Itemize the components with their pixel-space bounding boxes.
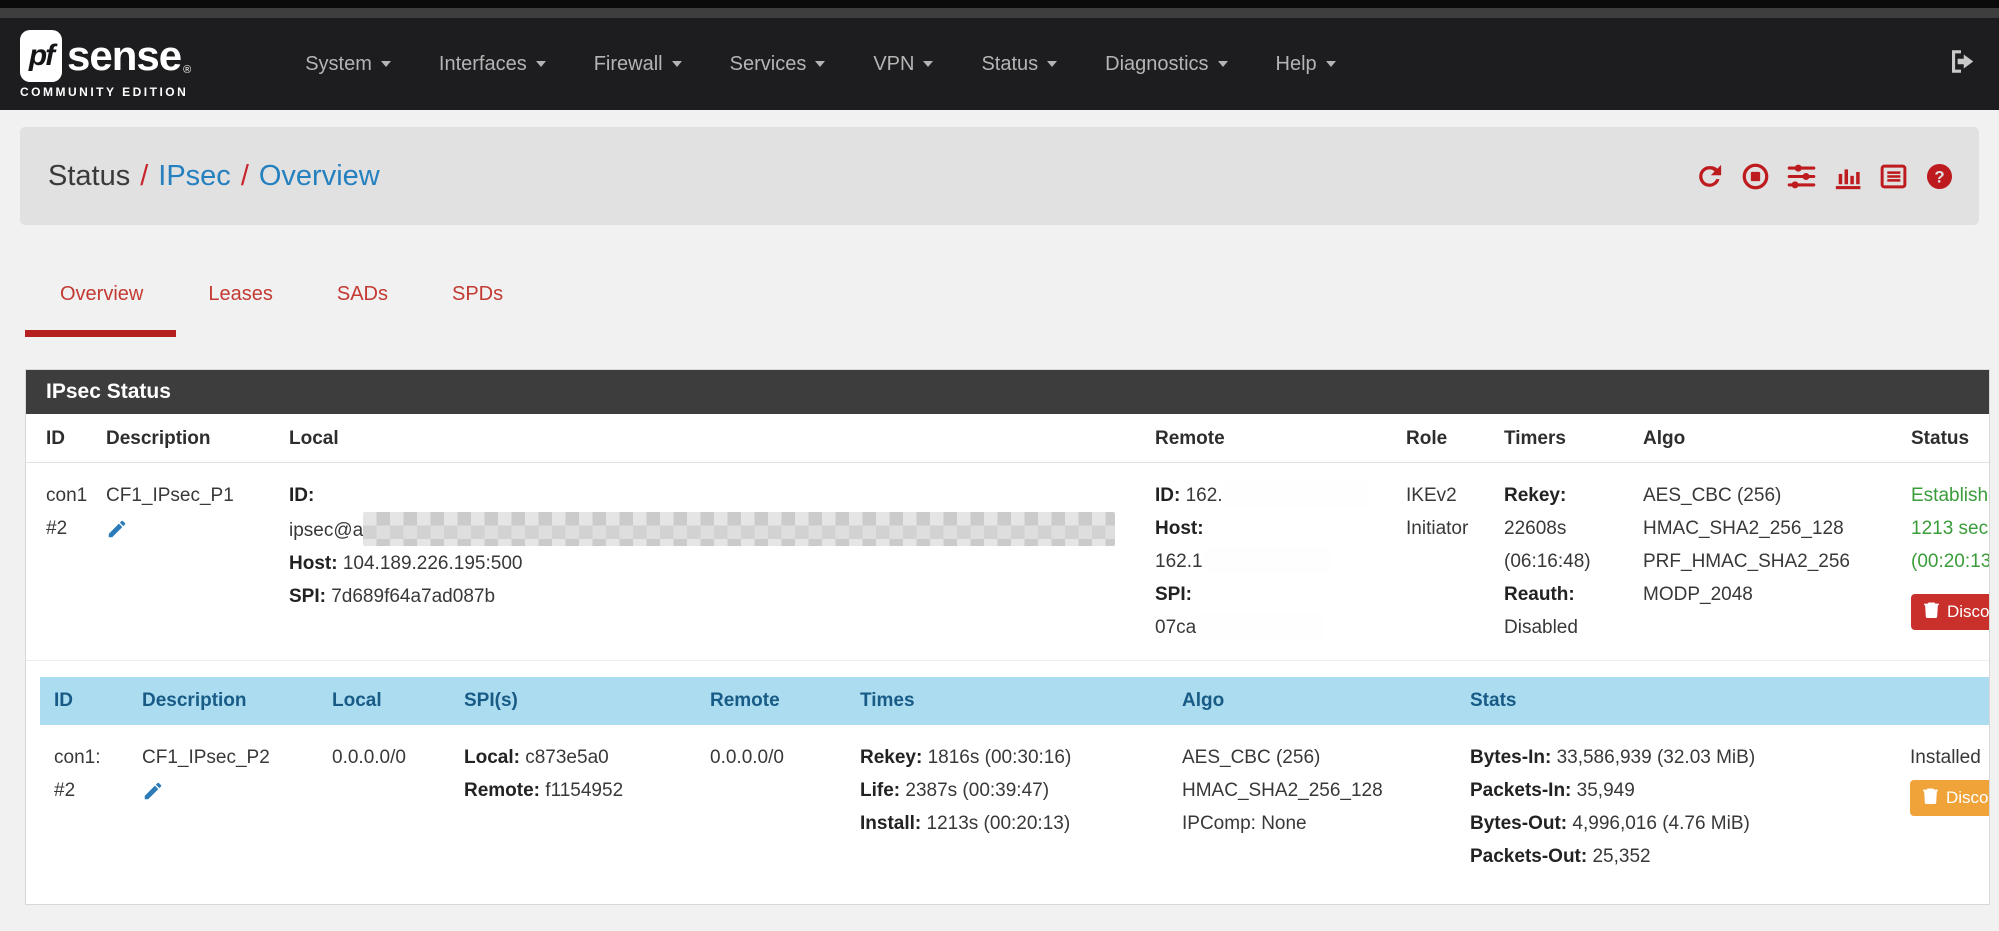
navbar: pf sense ® COMMUNITY EDITION System Inte… xyxy=(0,18,1999,110)
col-header-blank xyxy=(1896,677,1990,725)
panel-header: IPsec Status xyxy=(26,370,1989,414)
col-header-remote: Remote xyxy=(696,677,846,725)
redacted-local-id xyxy=(363,512,1115,546)
sign-out-icon[interactable] xyxy=(1947,47,1977,82)
top-strip-gray xyxy=(0,8,1999,18)
chevron-down-icon xyxy=(923,61,933,67)
chevron-down-icon xyxy=(672,61,682,67)
menu-firewall[interactable]: Firewall xyxy=(570,53,706,76)
stop-icon[interactable] xyxy=(1740,161,1771,192)
top-strip-black xyxy=(0,0,1999,8)
brand-registered-mark: ® xyxy=(183,64,191,76)
chevron-down-icon xyxy=(1218,61,1228,67)
subnav-tabs: Overview Leases SADs SPDs xyxy=(25,283,1999,337)
col-header-local: Local xyxy=(279,414,1145,463)
col-header-remote: Remote xyxy=(1145,414,1396,463)
cell-description: CF1_IPsec_P2 xyxy=(128,725,318,889)
col-header-stats: Stats xyxy=(1456,677,1896,725)
breadcrumb: Status/IPsec/Overview xyxy=(48,160,380,193)
chevron-down-icon xyxy=(1326,61,1336,67)
tab-overview[interactable]: Overview xyxy=(25,283,176,337)
col-header-local: Local xyxy=(318,677,450,725)
chevron-down-icon xyxy=(536,61,546,67)
status-text: Installed xyxy=(1910,741,1990,774)
chevron-down-icon xyxy=(815,61,825,67)
redacted-remote-spi xyxy=(1196,613,1324,639)
brand-subtitle: COMMUNITY EDITION xyxy=(20,85,191,99)
panel-title: IPsec Status xyxy=(46,380,171,404)
cell-remote: ID: 162. Host: 162.1 SPI: 07ca xyxy=(1145,463,1396,661)
breadcrumb-section: Status xyxy=(48,160,130,192)
col-header-description: Description xyxy=(96,414,279,463)
menu-system[interactable]: System xyxy=(281,53,415,76)
cell-id: con1: #2 xyxy=(40,725,128,889)
tab-sads[interactable]: SADs xyxy=(305,283,420,337)
menu-services[interactable]: Services xyxy=(706,53,850,76)
refresh-icon[interactable] xyxy=(1694,161,1725,192)
breadcrumb-separator: / xyxy=(231,160,259,192)
col-header-algo: Algo xyxy=(1633,414,1901,463)
trash-icon xyxy=(1924,601,1939,623)
child-sa-section: ID Description Local SPI(s) Remote Times… xyxy=(40,677,1989,889)
cell-local: 0.0.0.0/0 xyxy=(318,725,450,889)
col-header-times: Times xyxy=(846,677,1168,725)
menu-interfaces[interactable]: Interfaces xyxy=(415,53,570,76)
col-header-id: ID xyxy=(40,677,128,725)
ike-sa-table: ID Description Local Remote Role Timers … xyxy=(26,414,1989,661)
status-text: Established 1213 seconds (00:20:13) xyxy=(1911,479,1990,578)
cell-status: Established 1213 seconds (00:20:13) Disc… xyxy=(1901,463,1990,661)
col-header-status: Status xyxy=(1901,414,1990,463)
col-header-id: ID xyxy=(26,414,96,463)
col-header-role: Role xyxy=(1396,414,1494,463)
col-header-spis: SPI(s) xyxy=(450,677,696,725)
cell-algo: AES_CBC (256) HMAC_SHA2_256_128 PRF_HMAC… xyxy=(1633,463,1901,661)
menu-vpn[interactable]: VPN xyxy=(849,53,957,76)
menu-help[interactable]: Help xyxy=(1252,53,1360,76)
disconnect-button[interactable]: Disconnect xyxy=(1911,594,1990,630)
breadcrumb-separator: / xyxy=(130,160,158,192)
breadcrumb-panel: Status/IPsec/Overview ? xyxy=(20,127,1979,225)
cell-algo: AES_CBC (256) HMAC_SHA2_256_128 IPComp: … xyxy=(1168,725,1456,889)
cell-status: Installed Disconnect xyxy=(1896,725,1990,889)
sliders-icon[interactable] xyxy=(1786,161,1817,192)
cell-spis: Local: c873e5a0 Remote: f1154952 xyxy=(450,725,696,889)
pf-logo-mark: pf xyxy=(20,30,62,82)
chevron-down-icon xyxy=(1047,61,1057,67)
bar-chart-icon[interactable] xyxy=(1832,161,1863,192)
tab-leases[interactable]: Leases xyxy=(176,283,305,337)
menu-status[interactable]: Status xyxy=(957,53,1081,76)
help-icon[interactable]: ? xyxy=(1924,161,1955,192)
page-action-icons: ? xyxy=(1694,161,1955,192)
col-header-timers: Timers xyxy=(1494,414,1633,463)
redacted-remote-id xyxy=(1223,481,1368,507)
breadcrumb-link-overview[interactable]: Overview xyxy=(259,160,380,192)
child-sa-table: ID Description Local SPI(s) Remote Times… xyxy=(40,677,1989,889)
cell-timers: Rekey: 22608s (06:16:48) Reauth: Disable… xyxy=(1494,463,1633,661)
main-menu: System Interfaces Firewall Services VPN … xyxy=(281,53,1359,76)
list-icon[interactable] xyxy=(1878,161,1909,192)
cell-stats: Bytes-In: 33,586,939 (32.03 MiB) Packets… xyxy=(1456,725,1896,889)
pencil-icon[interactable] xyxy=(142,780,164,802)
cell-local: ID: ipsec@a Host: 104.189.226.195:500 SP… xyxy=(279,463,1145,661)
disconnect-child-button[interactable]: Disconnect xyxy=(1910,780,1990,816)
cell-description: CF1_IPsec_P1 xyxy=(96,463,279,661)
menu-diagnostics[interactable]: Diagnostics xyxy=(1081,53,1251,76)
cell-role: IKEv2 Initiator xyxy=(1396,463,1494,661)
cell-id: con1 #2 xyxy=(26,463,96,661)
breadcrumb-link-ipsec[interactable]: IPsec xyxy=(158,160,231,192)
cell-remote: 0.0.0.0/0 xyxy=(696,725,846,889)
chevron-down-icon xyxy=(381,61,391,67)
svg-text:?: ? xyxy=(1934,167,1944,186)
brand-name: sense xyxy=(67,32,181,80)
pencil-icon[interactable] xyxy=(106,518,128,540)
col-header-description: Description xyxy=(128,677,318,725)
col-header-algo: Algo xyxy=(1168,677,1456,725)
redacted-remote-host xyxy=(1203,547,1331,573)
cell-times: Rekey: 1816s (00:30:16) Life: 2387s (00:… xyxy=(846,725,1168,889)
pfsense-logo[interactable]: pf sense ® COMMUNITY EDITION xyxy=(20,30,191,99)
tab-spds[interactable]: SPDs xyxy=(420,283,535,337)
trash-icon xyxy=(1923,787,1938,809)
ipsec-status-panel: IPsec Status ID Description Local Remote… xyxy=(25,369,1990,905)
